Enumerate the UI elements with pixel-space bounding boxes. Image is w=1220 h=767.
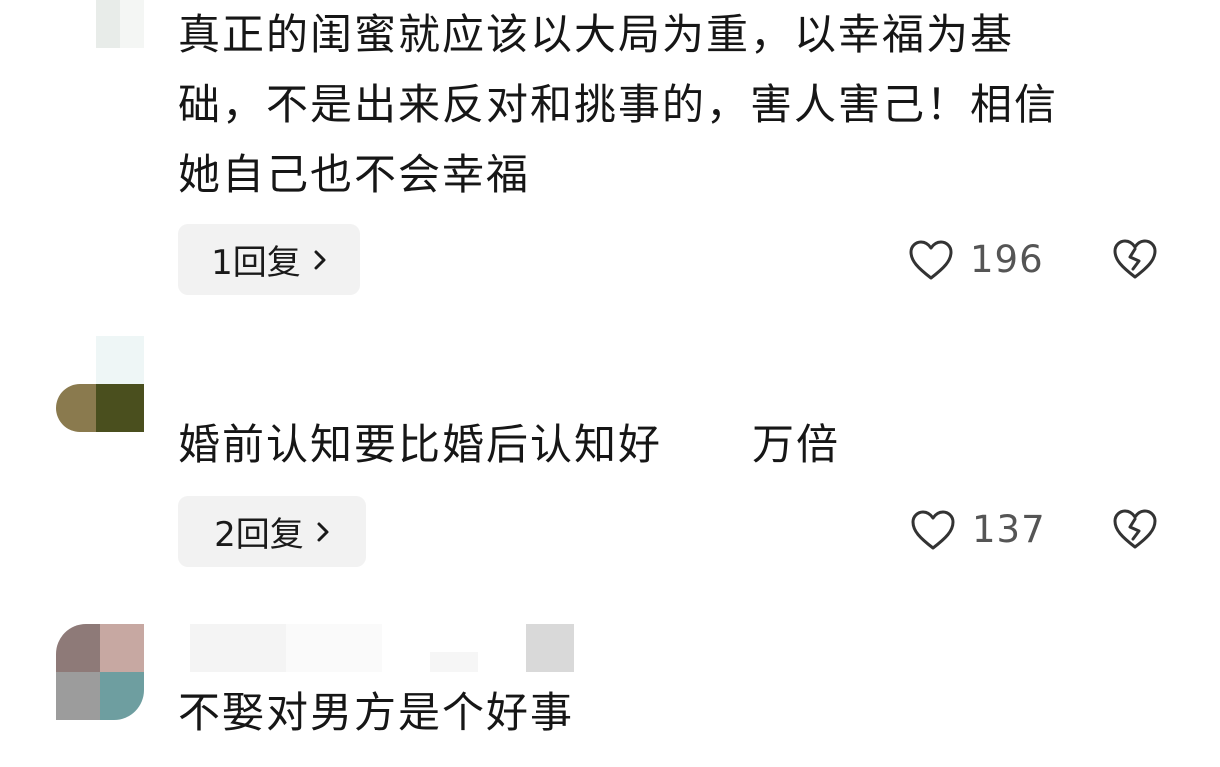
avatar-pixel [96,384,144,432]
broken-heart-icon[interactable] [1112,238,1158,280]
comment-text-line: 不娶对男方是个好事 [178,688,575,737]
username-pixel [286,624,382,672]
chevron-right-icon [317,522,329,541]
username-pixel [190,624,286,672]
avatar[interactable] [96,0,144,48]
comment-text-line: 真正的闺蜜就应该以大局为重，以幸福为基 [178,10,1015,59]
comment-text-line: 础，不是出来反对和挑事的，害人害己！相信 [178,80,1059,129]
avatar-pixel [96,336,144,384]
avatar-pixel [100,624,144,672]
comment-text-line: 婚前认知要比婚后认知好 [178,420,663,469]
avatar-pixel [56,672,100,720]
comment-item: 真正的闺蜜就应该以大局为重，以幸福为基 础，不是出来反对和挑事的，害人害己！相信… [0,0,1220,300]
comment-item: 不娶对男方是个好事 [0,620,1220,767]
comment-text-line: 她自己也不会幸福 [178,150,531,199]
avatar-pixel [96,0,120,48]
like-count: 137 [972,508,1046,551]
chevron-right-icon [314,250,326,269]
comment-item: 婚前认知要比婚后认知好 万倍 2回复 137 [0,330,1220,590]
like-button[interactable]: 137 [910,508,1046,551]
username-pixel [526,624,574,672]
reply-label: 2回复 [214,515,304,555]
like-count: 196 [970,238,1044,281]
avatar-pixel [56,624,100,672]
view-replies-button[interactable]: 1回复 [178,224,360,295]
avatar-pixel [100,672,144,720]
comment-list: 真正的闺蜜就应该以大局为重，以幸福为基 础，不是出来反对和挑事的，害人害己！相信… [0,0,1220,767]
view-replies-button[interactable]: 2回复 [178,496,366,567]
avatar-pixel [120,0,144,48]
avatar-pixel [56,384,96,432]
username-pixel [430,652,478,672]
heart-outline-icon [911,510,955,549]
username[interactable] [190,624,630,676]
comment-text-line: 万倍 [752,420,841,469]
heart-outline-icon [909,240,953,279]
reply-label: 1回复 [211,243,301,283]
avatar[interactable] [56,624,144,720]
like-button[interactable]: 196 [908,238,1044,281]
avatar[interactable] [56,336,144,432]
broken-heart-icon[interactable] [1112,508,1158,550]
